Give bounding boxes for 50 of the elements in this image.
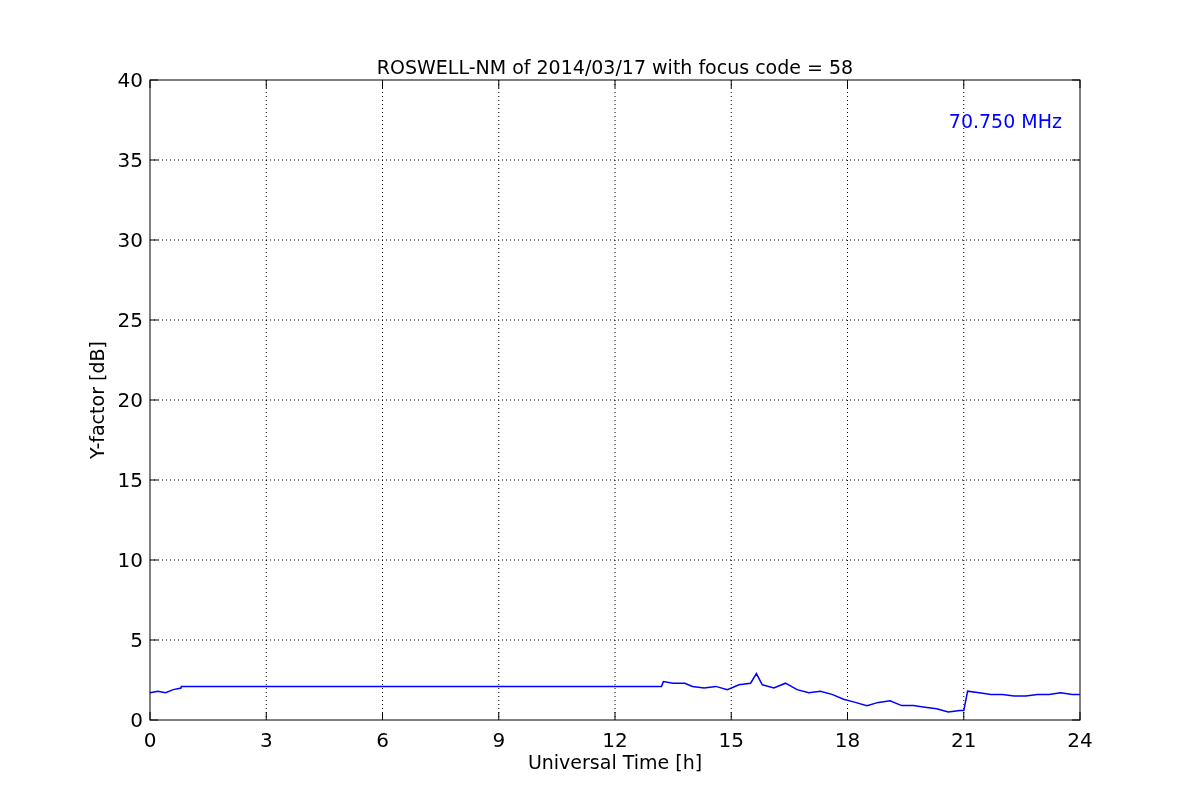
tick-mark bbox=[382, 79, 383, 89]
tick-mark bbox=[614, 711, 616, 721]
tick-mark bbox=[149, 559, 159, 561]
x-tick-label: 12 bbox=[602, 728, 628, 752]
tick-mark bbox=[382, 711, 383, 721]
tick-mark bbox=[847, 711, 848, 721]
x-tick-label: 24 bbox=[1067, 728, 1093, 752]
x-tick-label: 0 bbox=[143, 728, 157, 752]
x-axis-label: Universal Time [h] bbox=[527, 751, 703, 773]
y-axis-label: Y-factor [dB] bbox=[86, 341, 108, 459]
tick-mark bbox=[847, 79, 848, 89]
tick-mark bbox=[1071, 559, 1081, 561]
tick-mark bbox=[149, 399, 159, 401]
y-tick-label: 10 bbox=[117, 548, 143, 572]
tick-mark bbox=[614, 79, 616, 89]
tick-mark bbox=[1071, 399, 1081, 401]
y-tick-label: 30 bbox=[117, 228, 143, 252]
y-tick-label: 35 bbox=[117, 148, 143, 172]
x-tick-label: 18 bbox=[834, 728, 861, 752]
y-tick-label: 25 bbox=[117, 308, 143, 332]
tick-mark bbox=[963, 79, 965, 89]
tick-mark bbox=[1071, 319, 1081, 321]
tick-mark bbox=[1071, 239, 1081, 241]
y-tick-label: 40 bbox=[117, 68, 143, 92]
y-tick-label: 5 bbox=[130, 628, 143, 652]
tick-mark bbox=[265, 711, 267, 721]
tick-mark bbox=[149, 479, 159, 481]
x-tick-label: 9 bbox=[492, 728, 506, 752]
tick-mark bbox=[149, 159, 159, 161]
x-tick-label: 3 bbox=[259, 728, 273, 752]
tick-mark bbox=[963, 711, 965, 721]
x-tick-label: 15 bbox=[718, 728, 744, 752]
chart-title: ROSWELL-NM of 2014/03/17 with focus code = 58 bbox=[376, 56, 854, 78]
x-tick-label: 21 bbox=[951, 728, 977, 752]
tick-mark bbox=[1071, 159, 1081, 161]
tick-mark bbox=[1071, 479, 1081, 481]
tick-mark bbox=[265, 79, 267, 89]
y-tick-label: 20 bbox=[117, 388, 143, 412]
y-tick-label: 0 bbox=[130, 708, 143, 732]
frequency-label: 70.750 MHz bbox=[948, 110, 1062, 132]
tick-mark bbox=[1071, 639, 1081, 641]
x-tick-label: 6 bbox=[376, 728, 389, 752]
tick-mark bbox=[730, 711, 732, 721]
tick-mark bbox=[149, 319, 159, 321]
tick-mark bbox=[498, 79, 500, 89]
tick-mark bbox=[149, 639, 159, 641]
tick-mark bbox=[149, 239, 159, 241]
tick-mark bbox=[498, 711, 500, 721]
tick-mark bbox=[730, 79, 732, 89]
y-tick-label: 15 bbox=[117, 468, 143, 492]
